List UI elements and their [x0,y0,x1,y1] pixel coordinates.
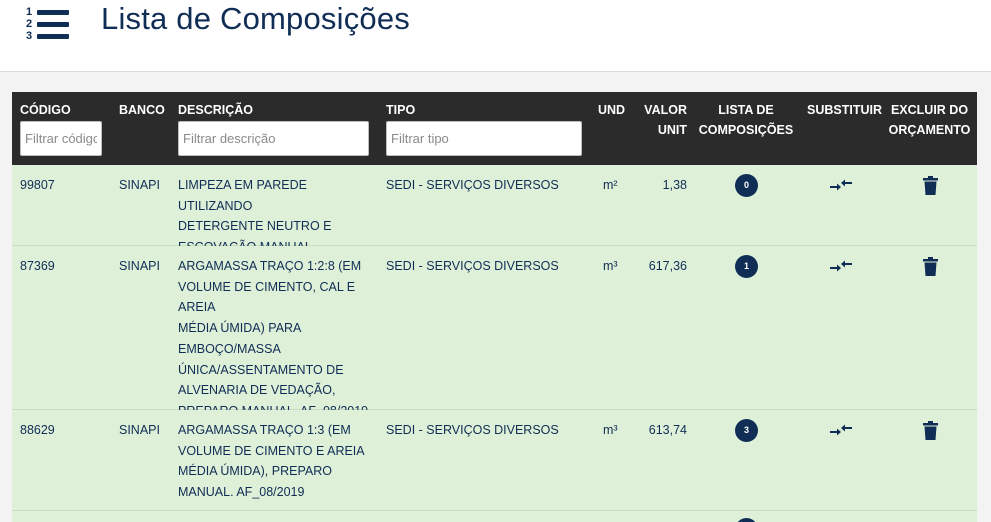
descricao-line: LIMPEZA EM PAREDE UTILIZANDO [178,178,307,213]
trash-icon[interactable] [923,421,938,440]
column-header-tipo: TIPO [386,103,416,117]
cell-valor-unit: 1,38 [662,178,687,192]
lista-composicoes-badge[interactable]: 1 [735,255,758,278]
descricao-line: ÚNICA/ASSENTAMENTO DE [178,362,344,377]
cell-codigo: 99807 [20,178,55,192]
cell-descricao: ARGAMASSA TRAÇO 1:2:8 (EM VOLUME DE CIME… [178,256,383,422]
table-row: 99807 SINAPI LIMPEZA EM PAREDE UTILIZAND… [12,165,977,275]
descricao-line: EMBOÇO/MASSA [178,341,281,356]
list-bar [37,34,69,39]
list-number-3: 3 [25,30,33,42]
filter-descricao-input[interactable] [178,121,369,156]
column-header-banco: BANCO [119,103,165,117]
filter-tipo-input[interactable] [386,121,582,156]
column-header-lista-line1: LISTA DE [718,103,774,117]
cell-und: m³ [603,259,618,273]
cell-codigo: 88629 [20,423,55,437]
lista-composicoes-badge[interactable] [735,518,758,522]
table-row: 88629 SINAPI ARGAMASSA TRAÇO 1:3 (EM VOL… [12,410,977,511]
list-bar [37,22,69,27]
column-header-lista: LISTA DE COMPOSIÇÕES [696,100,796,140]
table-header: CÓDIGO BANCO DESCRIÇÃO TIPO UND VALOR UN… [12,92,977,165]
table-row: 87369 SINAPI ARGAMASSA TRAÇO 1:2:8 (EM V… [12,246,977,418]
list-bar [37,10,69,15]
page-title: Lista de Composições [101,1,410,36]
descricao-line: ALVENARIA DE VEDAÇÃO, [178,383,336,398]
lista-composicoes-badge[interactable]: 3 [735,419,758,442]
cell-banco: SINAPI [119,259,160,273]
cell-tipo: SEDI - SERVIÇOS DIVERSOS [386,423,559,437]
cell-valor-unit: 613,74 [648,423,687,437]
column-header-valor-unit: VALOR UNIT [632,100,687,140]
numbered-list-icon: 1 2 3 [24,6,70,42]
descricao-line: MÉDIA ÚMIDA), PREPARO [178,464,332,479]
filter-codigo-input[interactable] [20,121,102,156]
descricao-line: VOLUME DE CIMENTO, CAL E AREIA [178,279,356,315]
cell-valor-unit: 617,36 [648,259,687,273]
cell-und: m² [603,178,618,192]
list-number-1: 1 [25,6,33,18]
lista-composicoes-badge[interactable]: 0 [735,174,758,197]
table-row [12,511,977,522]
cell-und: m³ [603,423,618,437]
list-number-2: 2 [25,18,33,30]
column-header-descricao: DESCRIÇÃO [178,103,254,117]
compositions-table: CÓDIGO BANCO DESCRIÇÃO TIPO UND VALOR UN… [12,92,977,522]
descricao-line: ARGAMASSA TRAÇO 1:2:8 (EM [178,259,362,273]
column-header-codigo: CÓDIGO [20,103,71,117]
descricao-line: ARGAMASSA TRAÇO 1:3 (EM [178,423,351,437]
column-header-excluir-line1: EXCLUIR DO [890,103,969,117]
column-header-substituir: SUBSTITUIR [807,103,882,117]
descricao-line: VOLUME DE CIMENTO E AREIA [178,443,365,458]
cell-tipo: SEDI - SERVIÇOS DIVERSOS [386,178,559,192]
cell-tipo: SEDI - SERVIÇOS DIVERSOS [386,259,559,273]
column-header-excluir: EXCLUIR DO ORÇAMENTO [882,100,977,140]
cell-banco: SINAPI [119,178,160,192]
descricao-line: MÉDIA ÚMIDA) PARA [178,321,302,336]
column-header-und: UND [598,103,626,117]
cell-codigo: 87369 [20,259,55,273]
descricao-line: MANUAL. AF_08/2019 [178,485,305,500]
substituir-icon[interactable] [830,423,852,437]
column-header-valor-line2: UNIT [657,123,687,137]
column-header-excluir-line2: ORÇAMENTO [888,123,971,137]
trash-icon[interactable] [923,176,938,195]
column-header-lista-line2: COMPOSIÇÕES [698,123,794,137]
column-header-valor-line1: VALOR [644,103,687,117]
descricao-line: DETERGENTE NEUTRO E [178,219,332,234]
cell-banco: SINAPI [119,423,160,437]
substituir-icon[interactable] [830,178,852,192]
substituir-icon[interactable] [830,259,852,273]
cell-descricao: ARGAMASSA TRAÇO 1:3 (EM VOLUME DE CIMENT… [178,420,383,503]
trash-icon[interactable] [923,257,938,276]
page-header: 1 2 3 Lista de Composições [0,0,991,72]
